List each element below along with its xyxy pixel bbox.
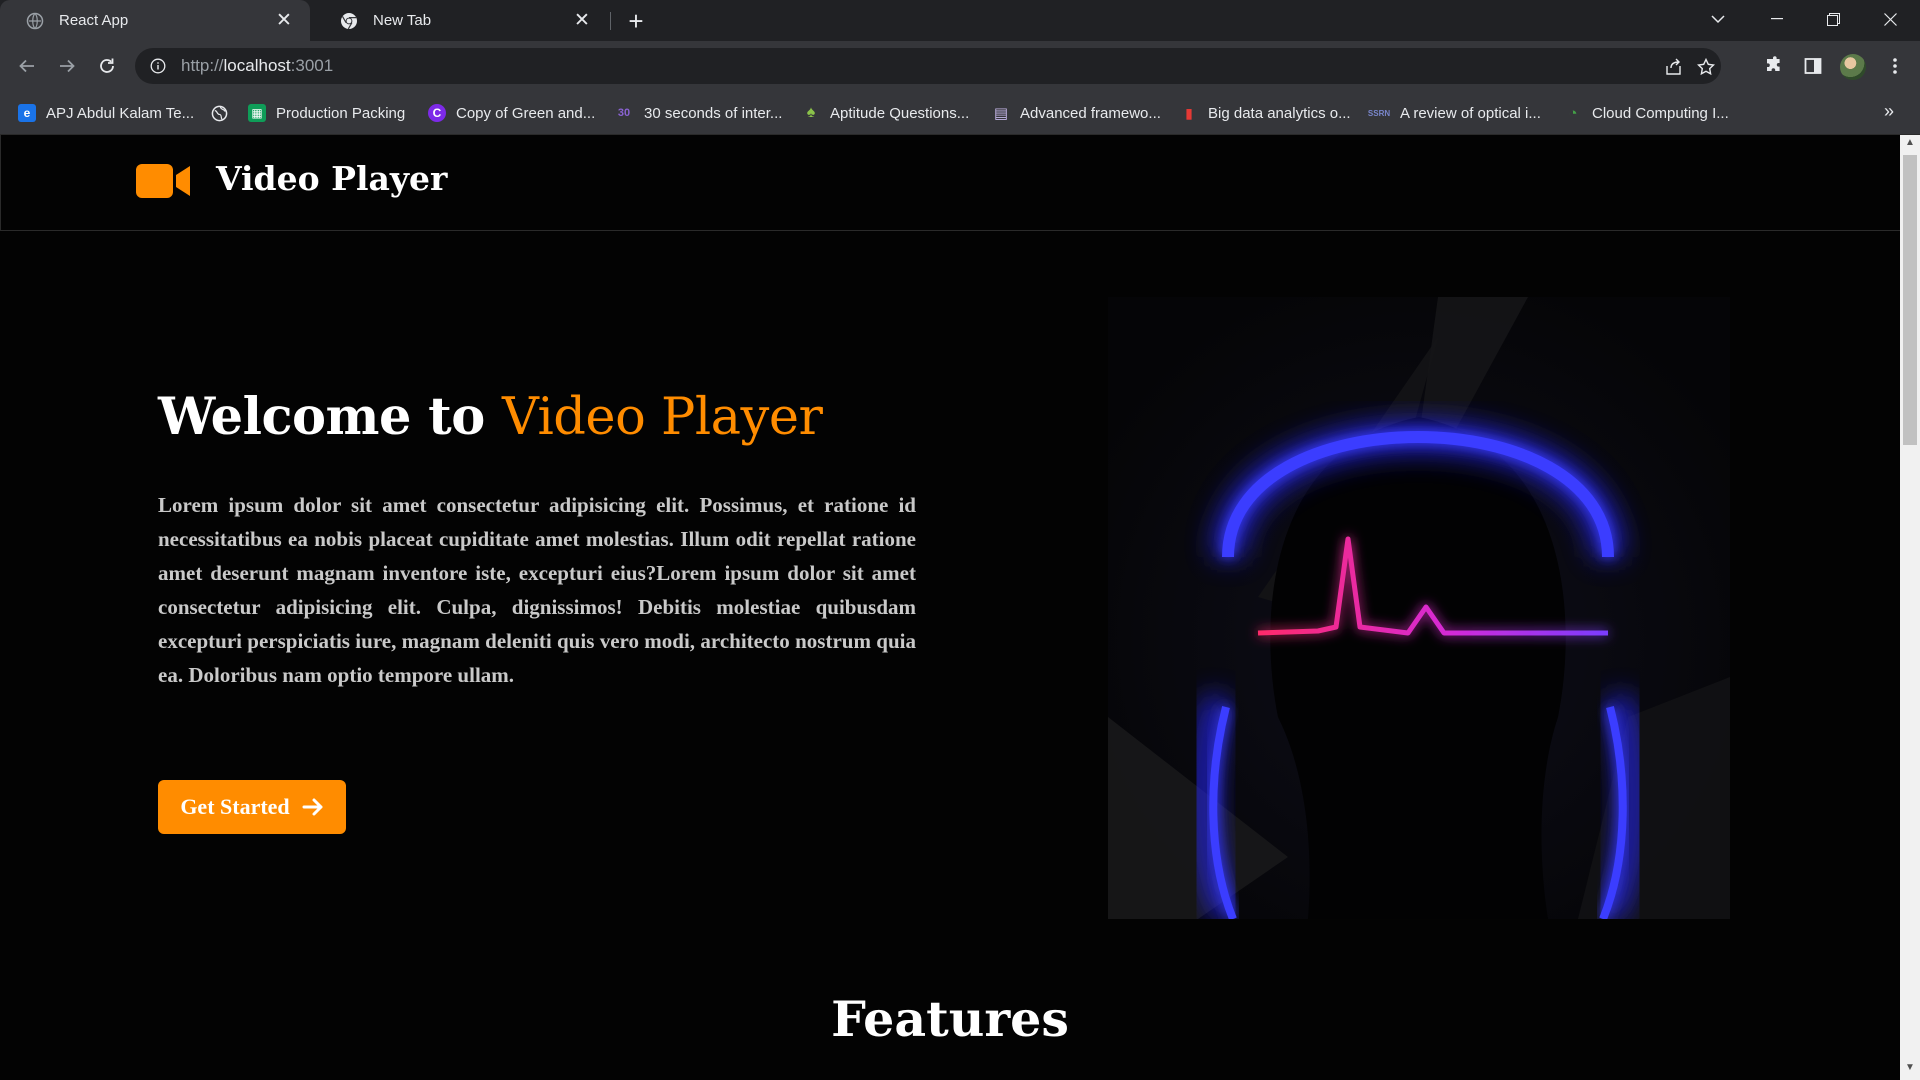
url-host: localhost [223,56,291,75]
forward-icon[interactable] [52,51,82,81]
globe-icon [25,11,45,31]
profile-avatar[interactable] [1840,54,1866,80]
get-started-button[interactable]: Get Started [158,780,346,834]
address-bar[interactable]: http://localhost:3001 [135,48,1721,84]
bookmark-optical-review[interactable]: SSRN A review of optical i... [1368,91,1541,135]
tab-separator [610,12,611,30]
window-close-icon[interactable] [1862,0,1918,38]
minimize-icon[interactable] [1749,0,1805,38]
bigdata-icon: ▮ [1185,104,1193,121]
bookmark-production-packing[interactable]: ▦ Production Packing [248,91,405,135]
menu-kebab-icon[interactable] [1882,53,1908,79]
bookmark-advanced-framework[interactable]: ▤ Advanced framewo... [992,91,1161,135]
page-viewport: Video Player Welcome to Video Player Lor… [0,135,1900,1080]
thirty-icon: 30 [617,107,631,119]
scrollbar-thumb[interactable] [1903,155,1917,445]
side-panel-icon[interactable] [1800,53,1826,79]
restore-icon[interactable] [1805,0,1861,38]
browser-toolbar: http://localhost:3001 [0,41,1920,91]
bookmark-label: Aptitude Questions... [830,104,970,122]
tab-new-tab[interactable]: New Tab ✕ [314,0,608,41]
bookmark-canva[interactable]: C Copy of Green and... [428,91,595,135]
share-icon[interactable] [1663,56,1685,78]
bookmark-label: Advanced framewo... [1020,104,1161,122]
back-icon[interactable] [12,51,42,81]
hero-description: Lorem ipsum dolor sit amet consectetur a… [158,493,916,687]
bookmark-star-icon[interactable] [1695,56,1717,78]
bookmarks-overflow-button[interactable]: » [1884,101,1894,122]
page-scrollbar[interactable]: ▲ ▼ [1900,135,1920,1080]
site-navbar: Video Player [0,135,1900,231]
get-started-label: Get Started [180,794,290,819]
close-icon[interactable]: ✕ [274,9,294,32]
bookmark-label: APJ Abdul Kalam Te... [46,104,195,122]
close-icon[interactable]: ✕ [572,9,592,32]
bookmark-label: Big data analytics o... [1208,104,1351,122]
url-protocol: http:// [181,56,224,75]
canva-icon: C [428,104,446,122]
extensions-icon[interactable] [1760,53,1786,79]
video-camera-icon [136,164,190,198]
bookmark-label: Production Packing [276,104,406,122]
chrome-icon [339,11,359,31]
bookmark-label: A review of optical i... [1400,104,1541,122]
bookmark-apj[interactable]: e APJ Abdul Kalam Te... [18,91,194,135]
ssrn-icon: SSRN [1367,108,1391,118]
tab-react-app[interactable]: React App ✕ [0,0,310,41]
new-tab-button[interactable]: + [620,6,652,36]
hero-title-accent: Video Player [502,388,823,447]
bookmark-aptitude[interactable]: ♠ Aptitude Questions... [802,91,970,135]
url-port: :3001 [290,56,334,75]
bookmarks-bar: e APJ Abdul Kalam Te... ▦ Production Pac… [0,91,1920,135]
bookmark-30-seconds[interactable]: 30 30 seconds of inter... [614,91,783,135]
tab-strip: React App ✕ New Tab ✕ + [0,0,1920,41]
bookmark-label: Cloud Computing I... [1592,104,1729,122]
scroll-down-arrow-icon[interactable]: ▼ [1900,1062,1920,1078]
headphones-heartbeat-illustration [1108,297,1730,919]
hero-illustration [1108,297,1730,919]
globe-icon [210,104,228,122]
bookmark-label: Copy of Green and... [456,104,596,122]
scroll-up-arrow-icon[interactable]: ▲ [1900,137,1920,153]
bookmark-label: 30 seconds of inter... [644,104,783,122]
bookmark-cloud-computing[interactable]: ◔ Cloud Computing I... [1564,91,1729,135]
tab-title: React App [59,12,129,29]
e-icon: e [18,104,36,122]
bookmark-big-data[interactable]: ▮ Big data analytics o... [1180,91,1351,135]
bookmark-globe[interactable] [210,91,238,135]
tab-search-icon[interactable] [1690,0,1746,38]
cloud-icon: ◔ [1568,104,1578,122]
brand-name[interactable]: Video Player [216,159,447,198]
hero-title-prefix: Welcome to [158,387,503,447]
tab-title: New Tab [373,12,432,29]
sheet-icon: ▦ [248,104,266,122]
ieee-icon: ▤ [993,105,1009,122]
features-heading: Features [831,990,1069,1048]
aptitude-icon: ♠ [806,104,816,121]
hero-title: Welcome to Video Player [158,387,823,447]
reload-icon[interactable] [92,51,122,81]
arrow-right-icon [302,798,323,816]
site-info-icon[interactable] [149,57,167,75]
